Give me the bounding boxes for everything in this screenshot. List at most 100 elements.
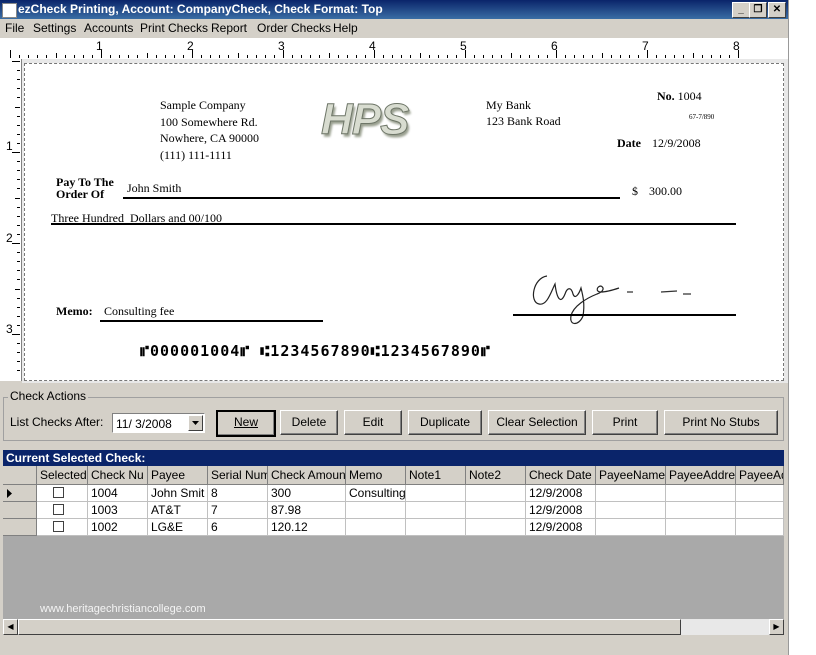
restore-button[interactable]: ❐	[749, 2, 767, 18]
selected-checkbox[interactable]	[53, 521, 64, 532]
selected-checkbox[interactable]	[53, 487, 64, 498]
delete-button[interactable]: Delete	[280, 410, 338, 435]
cell-empty[interactable]	[596, 519, 666, 536]
menu-accounts[interactable]: Accounts	[84, 21, 133, 35]
cell-memo[interactable]	[346, 502, 406, 519]
cell-check-number[interactable]: 1002	[88, 519, 148, 536]
horizontal-scrollbar[interactable]: ◀ ▶	[3, 619, 784, 635]
scroll-thumb[interactable]	[18, 619, 681, 635]
col-payee-address-2[interactable]: PayeeAd	[736, 466, 784, 485]
ruler-tick	[301, 55, 303, 58]
date-dropdown-button[interactable]	[188, 415, 203, 431]
cell-empty[interactable]	[666, 502, 736, 519]
col-selected[interactable]: Selected	[37, 466, 88, 485]
cell-memo[interactable]: Consulting	[346, 485, 406, 502]
cell-empty[interactable]	[596, 502, 666, 519]
check-actions-label: Check Actions	[8, 389, 89, 403]
ruler-tick	[510, 53, 512, 58]
micr-line: ⑈000001004⑈ ⑆1234567890⑆1234567890⑈	[140, 342, 491, 360]
ruler-tick	[292, 55, 294, 58]
ruler-tick	[410, 55, 412, 58]
ruler-tick	[17, 79, 20, 81]
cell-check-date[interactable]: 12/9/2008	[526, 485, 596, 502]
cell-empty[interactable]	[406, 519, 466, 536]
col-serial-num[interactable]: Serial Num	[208, 466, 268, 485]
row-selector[interactable]	[3, 502, 37, 519]
clear-selection-button[interactable]: Clear Selection	[488, 410, 586, 435]
minimize-button[interactable]: _	[732, 2, 750, 18]
cell-empty[interactable]	[596, 485, 666, 502]
col-payee-name[interactable]: PayeeName	[596, 466, 666, 485]
cell-serial[interactable]: 7	[208, 502, 268, 519]
menu-order-checks[interactable]: Order Checks	[257, 21, 331, 35]
cell-check-date[interactable]: 12/9/2008	[526, 519, 596, 536]
signature-line	[513, 314, 736, 316]
ruler-tick	[528, 55, 530, 58]
current-row-arrow-icon	[7, 489, 12, 498]
col-note1[interactable]: Note1	[406, 466, 466, 485]
new-button[interactable]: New	[216, 410, 276, 437]
col-payee-address[interactable]: PayeeAddre	[666, 466, 736, 485]
scroll-left-button[interactable]: ◀	[3, 619, 18, 635]
cell-empty[interactable]	[666, 485, 736, 502]
cell-payee[interactable]: John Smit	[148, 485, 208, 502]
col-note2[interactable]: Note2	[466, 466, 526, 485]
cell-payee[interactable]: AT&T	[148, 502, 208, 519]
ruler-tick	[492, 55, 494, 58]
ruler-tick	[364, 55, 366, 58]
cell-empty[interactable]	[466, 519, 526, 536]
cell-amount[interactable]: 87.98	[268, 502, 346, 519]
ruler-tick	[419, 53, 421, 58]
cell-empty[interactable]	[466, 502, 526, 519]
cell-serial[interactable]: 6	[208, 519, 268, 536]
cell-empty[interactable]	[736, 485, 784, 502]
ruler-tick	[228, 55, 230, 58]
cell-empty[interactable]	[406, 502, 466, 519]
cell-check-date[interactable]: 12/9/2008	[526, 502, 596, 519]
duplicate-button[interactable]: Duplicate	[408, 410, 482, 435]
col-check-date[interactable]: Check Date	[526, 466, 596, 485]
selected-checkbox[interactable]	[53, 504, 64, 515]
cell-empty[interactable]	[466, 485, 526, 502]
edit-button[interactable]: Edit	[344, 410, 402, 435]
menu-help[interactable]: Help	[333, 21, 358, 35]
col-check-number[interactable]: Check Nu	[88, 466, 148, 485]
ruler-tick	[182, 55, 184, 58]
list-checks-date-picker[interactable]: 11/ 3/2008	[112, 413, 205, 433]
cell-empty[interactable]	[406, 485, 466, 502]
ruler-tick	[346, 55, 348, 58]
scroll-right-button[interactable]: ▶	[769, 619, 784, 635]
cell-selected[interactable]	[37, 519, 88, 536]
cell-check-number[interactable]: 1003	[88, 502, 148, 519]
cell-payee[interactable]: LG&E	[148, 519, 208, 536]
menu-report[interactable]: Report	[211, 21, 247, 35]
cell-empty[interactable]	[666, 519, 736, 536]
print-button[interactable]: Print	[592, 410, 658, 435]
menu-print-checks[interactable]: Print Checks	[140, 21, 208, 35]
cell-check-number[interactable]: 1004	[88, 485, 148, 502]
col-memo[interactable]: Memo	[346, 466, 406, 485]
col-payee[interactable]: Payee	[148, 466, 208, 485]
ruler-tick	[73, 55, 75, 58]
memo-label: Memo:	[56, 304, 93, 318]
row-selector[interactable]	[3, 485, 37, 502]
ruler-tick	[46, 55, 48, 58]
cell-selected[interactable]	[37, 502, 88, 519]
check-number: No. 1004	[657, 89, 702, 104]
cell-memo[interactable]	[346, 519, 406, 536]
ruler-tick	[574, 55, 576, 58]
row-selector[interactable]	[3, 519, 37, 536]
ruler-tick	[619, 55, 621, 58]
cell-selected[interactable]	[37, 485, 88, 502]
cell-amount[interactable]: 300	[268, 485, 346, 502]
print-no-stubs-button[interactable]: Print No Stubs	[664, 410, 778, 435]
cell-serial[interactable]: 8	[208, 485, 268, 502]
cell-amount[interactable]: 120.12	[268, 519, 346, 536]
menu-settings[interactable]: Settings	[33, 21, 76, 35]
ruler-tick	[17, 261, 20, 263]
close-button[interactable]: ✕	[768, 2, 786, 18]
cell-empty[interactable]	[736, 519, 784, 536]
col-check-amount[interactable]: Check Amount	[268, 466, 346, 485]
menu-file[interactable]: File	[5, 21, 24, 35]
cell-empty[interactable]	[736, 502, 784, 519]
